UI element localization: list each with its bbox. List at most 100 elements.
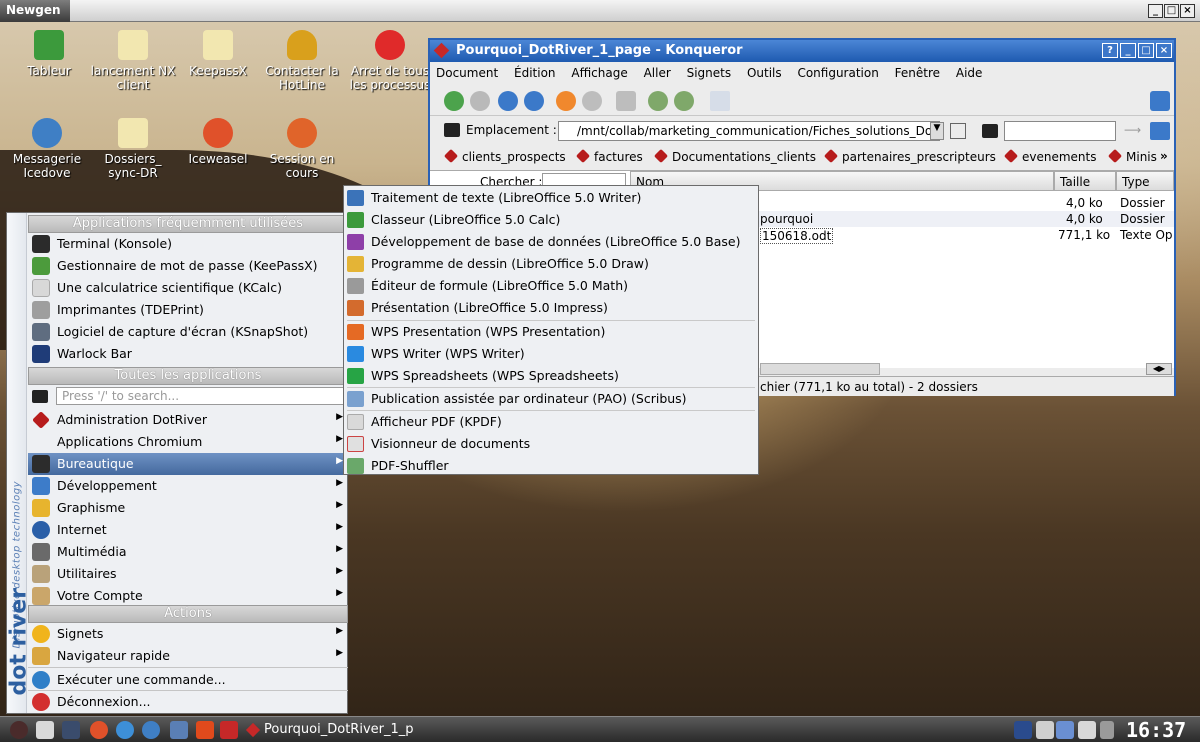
desktop-icon-hotline[interactable]: Contacter la HotLine	[258, 30, 346, 92]
bookmarks-more[interactable]: »	[1160, 149, 1168, 163]
location-dropdown-button[interactable]: ▼	[930, 122, 944, 140]
desktop-icon-session[interactable]: Session en cours	[258, 118, 346, 180]
column-header-size[interactable]: Taille	[1054, 171, 1116, 191]
column-header-type[interactable]: Type de	[1116, 171, 1174, 191]
search-go-icon[interactable]: ⟶	[1124, 123, 1142, 139]
menu-item-signets[interactable]: Signets ▶	[28, 623, 348, 645]
desktop-icon-iceweasel[interactable]: Iceweasel	[174, 118, 262, 166]
desktop-icon-nx-client[interactable]: lancement NX client	[89, 30, 177, 92]
menu-configuration[interactable]: Configuration	[797, 66, 878, 80]
menu-document[interactable]: Document	[436, 66, 498, 80]
bookmark-item[interactable]: Documentations_clients	[656, 150, 816, 164]
mail-globe-icon[interactable]	[142, 721, 160, 739]
minimize-button[interactable]: _	[1120, 43, 1136, 58]
help-button[interactable]: ?	[1102, 43, 1118, 58]
bookmark-item[interactable]: partenaires_prescripteurs	[826, 150, 996, 164]
menu-outils[interactable]: Outils	[747, 66, 782, 80]
submenu-item-wps-writer[interactable]: WPS Writer (WPS Writer)	[344, 343, 758, 365]
submenu-item-document-viewer[interactable]: Visionneur de documents	[344, 433, 758, 455]
bookmark-item[interactable]: Minis	[1110, 150, 1157, 164]
bookmark-item[interactable]: clients_prospects	[446, 150, 566, 164]
menu-fenetre[interactable]: Fenêtre	[895, 66, 940, 80]
desktop-icon-icedove[interactable]: Messagerie Icedove	[3, 118, 91, 180]
menu-item-run-command[interactable]: Exécuter une commande...	[28, 669, 348, 691]
submenu-item-lo-draw[interactable]: Programme de dessin (LibreOffice 5.0 Dra…	[344, 253, 758, 275]
horizontal-scrollbar[interactable]	[760, 363, 880, 375]
tools-icon[interactable]	[36, 721, 54, 739]
image-viewer-icon[interactable]	[170, 721, 188, 739]
menu-item-ksnapshot[interactable]: Logiciel de capture d'écran (KSnapShot)	[28, 321, 348, 343]
location-input[interactable]: /mnt/collab/marketing_communication/Fich…	[558, 121, 940, 141]
volume-icon[interactable]	[1100, 721, 1114, 739]
browser-icon[interactable]	[90, 721, 108, 739]
menu-item-terminal[interactable]: Terminal (Konsole)	[28, 233, 348, 255]
submenu-item-wps-spreadsheets[interactable]: WPS Spreadsheets (WPS Spreadsheets)	[344, 365, 758, 387]
taskbar-active-window[interactable]: Pourquoi_DotRiver_1_p	[244, 719, 420, 741]
up-icon[interactable]	[498, 91, 518, 111]
menu-edition[interactable]: Édition	[514, 66, 556, 80]
menu-item-chromium-apps[interactable]: Applications Chromium ▶	[28, 431, 348, 453]
keyboard-layout-icon[interactable]	[1014, 721, 1032, 739]
menu-item-tdeprint[interactable]: Imprimantes (TDEPrint)	[28, 299, 348, 321]
menu-item-internet[interactable]: Internet ▶	[28, 519, 348, 541]
filezilla-icon[interactable]	[220, 721, 238, 739]
desktop-icon[interactable]	[62, 721, 80, 739]
start-menu-icon[interactable]	[10, 721, 28, 739]
clear-search-icon[interactable]	[982, 124, 998, 138]
bookmark-item[interactable]: factures	[578, 150, 643, 164]
menu-item-developpement[interactable]: Développement ▶	[28, 475, 348, 497]
view-mode-icon[interactable]	[710, 91, 730, 111]
menu-item-admin-dotriver[interactable]: Administration DotRiver ▶	[28, 409, 348, 431]
chromium-icon[interactable]	[116, 721, 134, 739]
menu-item-utilitaires[interactable]: Utilitaires ▶	[28, 563, 348, 585]
desktop-icon-tableur[interactable]: Tableur	[5, 30, 93, 78]
stop-icon[interactable]	[582, 91, 602, 111]
submenu-item-lo-writer[interactable]: Traitement de texte (LibreOffice 5.0 Wri…	[344, 187, 758, 209]
submenu-item-lo-calc[interactable]: Classeur (LibreOffice 5.0 Calc)	[344, 209, 758, 231]
submenu-item-lo-base[interactable]: Développement de base de données (LibreO…	[344, 231, 758, 253]
submenu-item-kpdf[interactable]: Afficheur PDF (KPDF)	[344, 411, 758, 433]
menu-aide[interactable]: Aide	[956, 66, 983, 80]
menu-affichage[interactable]: Affichage	[571, 66, 627, 80]
close-button[interactable]: ×	[1180, 4, 1195, 18]
reload-icon[interactable]	[556, 91, 576, 111]
bookmark-item[interactable]: evenements	[1006, 150, 1097, 164]
outer-window-titlebar[interactable]: Newgen _ □ ×	[0, 0, 1200, 22]
menu-item-bureautique[interactable]: Bureautique ▶	[28, 453, 348, 475]
submenu-item-lo-impress[interactable]: Présentation (LibreOffice 5.0 Impress)	[344, 297, 758, 319]
desktop-icon-sync-dr[interactable]: Dossiers_ sync-DR	[89, 118, 177, 180]
menu-aller[interactable]: Aller	[644, 66, 671, 80]
maximize-button[interactable]: □	[1138, 43, 1154, 58]
menu-item-quick-browser[interactable]: Navigateur rapide ▶	[28, 645, 348, 667]
menu-item-graphisme[interactable]: Graphisme ▶	[28, 497, 348, 519]
forward-icon[interactable]	[470, 91, 490, 111]
clear-search-icon[interactable]	[32, 390, 48, 403]
menu-signets[interactable]: Signets	[687, 66, 732, 80]
desktop-icon-stop-all[interactable]: Arret de tous les processus	[346, 30, 434, 92]
go-icon[interactable]	[950, 123, 966, 139]
close-button[interactable]: ×	[1156, 43, 1172, 58]
print-icon[interactable]	[616, 91, 636, 111]
back-icon[interactable]	[444, 91, 464, 111]
zoom-out-icon[interactable]	[674, 91, 694, 111]
clear-location-icon[interactable]	[444, 123, 460, 137]
konqueror-titlebar[interactable]: Pourquoi_DotRiver_1_page - Konqueror ? _…	[430, 40, 1174, 62]
menu-search-input[interactable]: Press '/' to search...	[56, 387, 344, 405]
maximize-button[interactable]: □	[1164, 4, 1179, 18]
clipboard-icon[interactable]	[1036, 721, 1054, 739]
clock[interactable]: 16:37	[1126, 718, 1186, 742]
office-suite-icon[interactable]	[196, 721, 214, 739]
submenu-item-lo-math[interactable]: Éditeur de formule (LibreOffice 5.0 Math…	[344, 275, 758, 297]
menu-item-warlock-bar[interactable]: Warlock Bar	[28, 343, 348, 365]
menu-item-logout[interactable]: Déconnexion...	[28, 691, 348, 713]
search-provider-icon[interactable]	[1150, 122, 1170, 140]
scroll-arrows[interactable]: ◀▶	[1146, 363, 1172, 375]
mail-notify-icon[interactable]	[1078, 721, 1096, 739]
home-icon[interactable]	[524, 91, 544, 111]
network-icon[interactable]	[1056, 721, 1074, 739]
zoom-in-icon[interactable]	[648, 91, 668, 111]
menu-item-kcalc[interactable]: Une calculatrice scientifique (KCalc)	[28, 277, 348, 299]
minimize-button[interactable]: _	[1148, 4, 1163, 18]
menu-item-multimedia[interactable]: Multimédia ▶	[28, 541, 348, 563]
web-search-input[interactable]	[1004, 121, 1116, 141]
